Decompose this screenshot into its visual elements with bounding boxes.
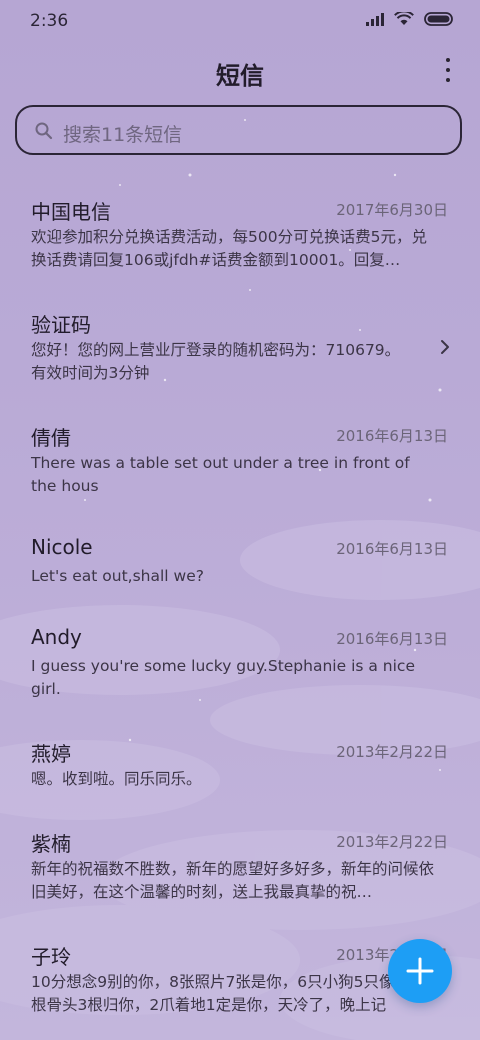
more-vertical-icon[interactable] xyxy=(442,58,454,82)
message-date: 2016年6月13日 xyxy=(336,427,448,445)
status-bar: 2:36 xyxy=(0,0,480,40)
message-date: 2013年2月22日 xyxy=(336,833,448,851)
moon-icon xyxy=(197,353,267,406)
app-header: 短信 xyxy=(0,48,480,92)
message-sender: 中国电信 xyxy=(31,200,111,224)
wifi-icon xyxy=(394,12,414,25)
message-preview: 新年的祝福数不胜数，新年的愿望好多好多，新年的问候依旧美好，在这个温馨的时刻，送… xyxy=(31,860,435,901)
signal-icon xyxy=(366,12,384,26)
message-date: 2016年6月13日 xyxy=(336,630,448,648)
compose-button[interactable] xyxy=(388,939,452,1003)
message-preview: 欢迎参加积分兑换话费活动，每500分可兑换话费5元，兑换话费请回复106或jfd… xyxy=(31,228,427,269)
message-sender: 验证码 xyxy=(31,313,91,337)
message-date: 2013年2月22日 xyxy=(336,743,448,761)
status-time: 2:36 xyxy=(30,11,69,31)
message-sender: Andy xyxy=(31,625,82,649)
message-sender: 子玲 xyxy=(31,945,71,969)
message-preview: 10分想念9别的你，8张照片7张是你，6只小狗5只像你，4根骨头3根归你，2爪着… xyxy=(31,973,436,1014)
message-date: 2017年6月30日 xyxy=(336,201,448,219)
chevron-right-icon xyxy=(441,340,449,354)
battery-icon xyxy=(424,12,453,26)
message-sender: 倩倩 xyxy=(31,426,71,450)
message-date: 2016年6月13日 xyxy=(336,540,448,558)
message-preview: 嗯。收到啦。同乐同乐。 xyxy=(31,770,202,788)
message-preview: Let's eat out,shall we? xyxy=(31,567,204,585)
message-sender: 燕婷 xyxy=(31,742,71,766)
message-sender: Nicole xyxy=(31,535,93,559)
search-placeholder: 搜索11条短信 xyxy=(63,124,183,146)
message-sender: 紫楠 xyxy=(31,832,71,856)
search-icon xyxy=(35,122,53,140)
plus-icon xyxy=(406,957,434,985)
page-title: 短信 xyxy=(216,62,264,90)
message-preview: I guess you're some lucky guy.Stephanie … xyxy=(31,657,415,698)
message-preview: There was a table set out under a tree i… xyxy=(31,454,410,495)
search-bar[interactable]: 搜索11条短信 xyxy=(15,105,462,155)
status-icons xyxy=(366,12,454,26)
